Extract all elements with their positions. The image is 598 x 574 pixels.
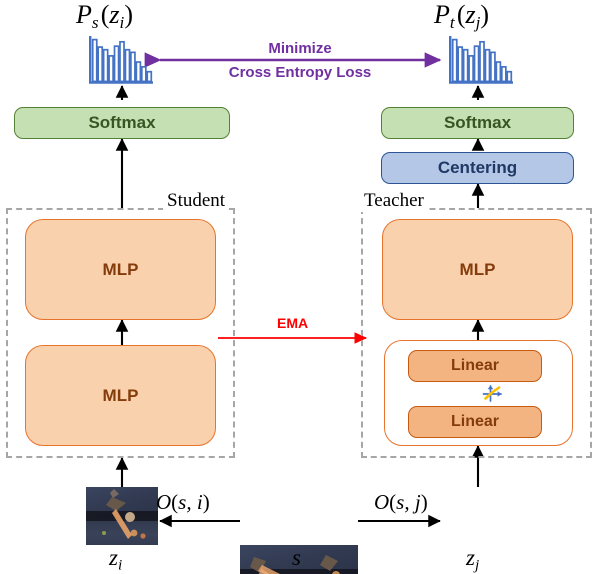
- histogram-bar: [490, 51, 496, 83]
- linear-top-label: Linear: [450, 357, 499, 374]
- centering-block[interactable]: Centering: [381, 152, 574, 184]
- histogram-bar: [102, 48, 109, 83]
- teacher-output-label: Pt (zj): [434, 0, 490, 32]
- softmax-student-label: Softmax: [88, 113, 156, 132]
- histogram-bar: [140, 66, 147, 83]
- student-output-label: Ps (zi): [76, 0, 133, 32]
- ema-label: EMA: [277, 315, 309, 331]
- thumb-art: [102, 489, 146, 539]
- histogram-bar: [468, 55, 474, 83]
- softmax-student-block[interactable]: Softmax: [14, 107, 230, 139]
- mlp-student-top-block[interactable]: MLP: [25, 219, 216, 320]
- histogram-bar: [484, 48, 491, 83]
- histogram-bar: [108, 55, 114, 83]
- histogram-bar: [130, 51, 136, 83]
- histogram-bar: [500, 66, 507, 83]
- histogram-bar: [473, 45, 480, 83]
- student-group-label: Student: [163, 190, 230, 212]
- source-image-label: s: [292, 545, 301, 570]
- left-image-label: zi: [109, 545, 123, 574]
- histogram-bar: [479, 40, 485, 83]
- centering-label: Centering: [437, 158, 518, 177]
- histogram-bar: [124, 48, 131, 83]
- loss-line-1: Minimize: [268, 40, 332, 57]
- linear-top-block[interactable]: Linear: [408, 350, 542, 382]
- teacher-probability-histogram: [448, 34, 514, 86]
- student-view-thumbnail: [86, 487, 158, 545]
- histogram-bar: [462, 48, 469, 83]
- histogram-svg: [449, 36, 513, 84]
- mlp-teacher-label: MLP: [459, 259, 496, 279]
- activation-function-icon: [481, 381, 505, 405]
- histogram-svg: [89, 36, 153, 84]
- diagram-canvas: Ps (zi) Pt (zj) Minimize Cross Entropy L…: [0, 0, 598, 574]
- histogram-bar: [91, 38, 98, 83]
- loss-line-2: Cross Entropy Loss: [228, 64, 372, 81]
- mlp-student-bottom-block[interactable]: MLP: [25, 345, 216, 446]
- loss-annotation-2: Cross Entropy Loss: [204, 64, 396, 81]
- loss-annotation: Minimize: [214, 40, 386, 57]
- histogram-bar: [146, 70, 153, 83]
- softmax-teacher-label: Softmax: [443, 113, 512, 132]
- histogram-bar: [506, 70, 513, 83]
- histogram-bar: [451, 38, 458, 83]
- activation-icon-svg: [482, 385, 502, 402]
- right-image-label: zj: [466, 545, 480, 574]
- histogram-bar: [119, 40, 125, 83]
- softmax-teacher-block[interactable]: Softmax: [381, 107, 574, 139]
- student-probability-histogram: [88, 34, 154, 86]
- augmentation-left-label: O(s, i): [156, 490, 210, 514]
- mlp-teacher-block[interactable]: MLP: [382, 219, 573, 320]
- augmentation-right-label: O(s, j): [374, 490, 428, 514]
- histogram-bar: [495, 61, 502, 83]
- mlp-student-top-label: MLP: [102, 259, 139, 279]
- teacher-group-label: Teacher: [360, 190, 428, 212]
- linear-bottom-block[interactable]: Linear: [408, 406, 542, 438]
- histogram-bar: [97, 46, 104, 83]
- histogram-bar: [113, 45, 120, 83]
- histogram-bar: [457, 46, 464, 83]
- linear-bottom-label: Linear: [450, 413, 499, 430]
- histogram-bar: [135, 61, 142, 83]
- mlp-student-bottom-label: MLP: [102, 385, 139, 405]
